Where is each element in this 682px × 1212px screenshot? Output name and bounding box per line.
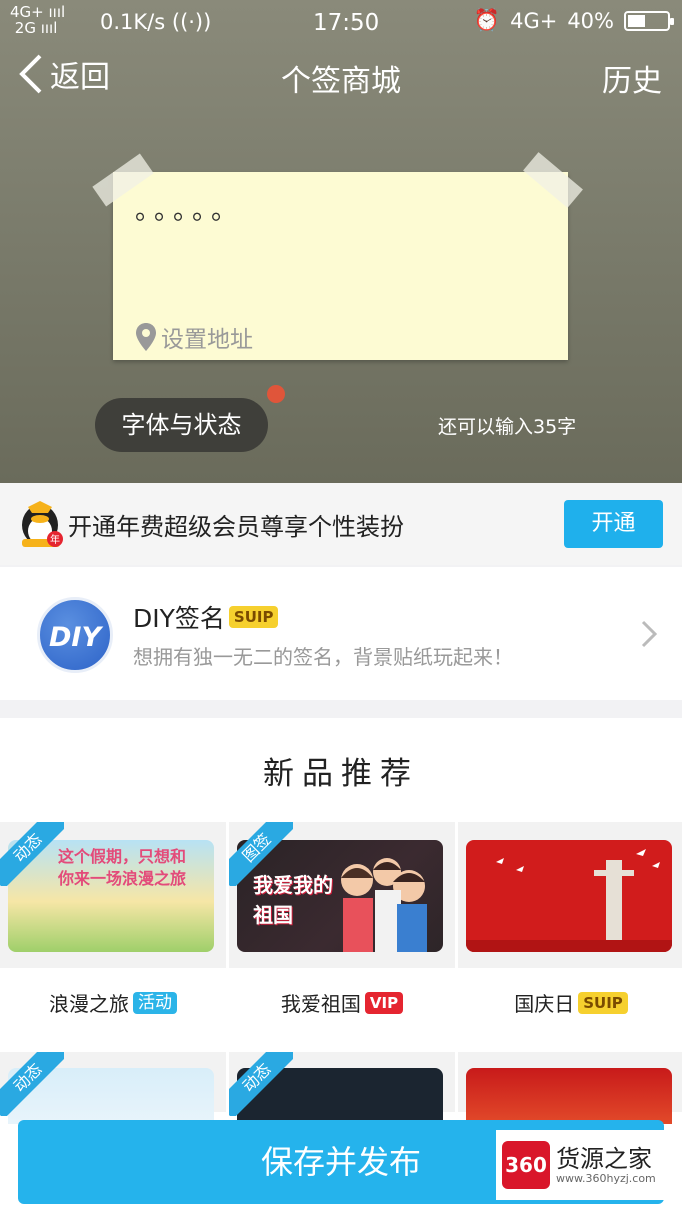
- set-location-button[interactable]: 设置地址: [135, 320, 253, 354]
- network-type: 4G+: [510, 8, 558, 33]
- suip-badge: SUIP: [578, 991, 628, 1014]
- dynamic-ribbon: 动态: [0, 822, 64, 886]
- page-title: 个签商城: [281, 64, 401, 99]
- nav-bar: 返回 个签商城 历史: [0, 48, 682, 104]
- notification-dot: [267, 385, 285, 403]
- status-right: ⏰ 4G+ 40%: [473, 8, 674, 33]
- battery-percent: 40%: [567, 8, 614, 33]
- wifi-icon: ((·)): [171, 10, 212, 34]
- product-card-romantic-trip[interactable]: 这个假期，只想和你来一场浪漫之旅 动态 浪漫之旅 活动: [0, 822, 226, 1022]
- svg-text:年: 年: [50, 533, 60, 546]
- sticker-ribbon: 图签: [229, 822, 293, 886]
- network-signal: 4G+ ıııl 2G ıııl: [10, 3, 66, 37]
- product-label: 我爱祖国 VIP: [229, 988, 455, 1017]
- activity-badge: 活动: [133, 991, 177, 1014]
- vip-badge: VIP: [364, 991, 404, 1014]
- huabiao-pillar-illustration: [466, 849, 672, 952]
- product-label: 浪漫之旅 活动: [0, 988, 226, 1017]
- product-card[interactable]: [458, 1052, 682, 1124]
- signature-text[interactable]: 。。。。。: [135, 190, 243, 227]
- open-membership-button[interactable]: 开通: [564, 500, 663, 548]
- clock: 17:50: [313, 10, 380, 36]
- location-label: 设置地址: [161, 327, 253, 353]
- suip-badge: SUIP: [228, 606, 279, 628]
- diy-logo: DIY: [37, 597, 113, 673]
- product-card[interactable]: 动态: [229, 1052, 455, 1124]
- qq-penguin-icon: 年: [22, 501, 63, 547]
- diy-title: DIY签名 SUIP: [133, 599, 279, 635]
- history-button[interactable]: 历史: [602, 56, 662, 100]
- product-thumbnail: [466, 1068, 672, 1124]
- location-pin-icon: [136, 323, 156, 351]
- product-card-love-motherland[interactable]: 我爱我的祖国 图签 我爱祖国 VIP: [229, 822, 455, 1022]
- watermark-logo: 360 货源之家 www.360hyzj.com: [496, 1130, 682, 1200]
- remaining-count: 还可以输入35字: [438, 416, 577, 438]
- editor-header-area: 4G+ ıııl 2G ıııl 0.1K/s ((·)) 17:50 ⏰ 4G…: [0, 0, 682, 483]
- chevron-right-icon: [641, 620, 658, 648]
- battery-icon: [624, 10, 674, 31]
- status-bar: 4G+ ıııl 2G ıııl 0.1K/s ((·)) 17:50 ⏰ 4G…: [0, 0, 682, 46]
- diy-subtitle: 想拥有独一无二的签名，背景贴纸玩起来！: [133, 645, 513, 669]
- alarm-icon: ⏰: [473, 8, 501, 32]
- dynamic-ribbon: 动态: [0, 1052, 64, 1116]
- product-card[interactable]: 动态: [0, 1052, 226, 1124]
- signature-note[interactable]: 。。。。。 设置地址: [113, 172, 568, 360]
- diy-title-text: DIY签名: [133, 604, 225, 633]
- diy-signature-entry[interactable]: DIY DIY签名 SUIP 想拥有独一无二的签名，背景贴纸玩起来！: [0, 567, 682, 700]
- font-status-button[interactable]: 字体与状态: [95, 398, 268, 452]
- membership-banner: 年 开通年费超级会员尊享个性装扮 开通: [0, 483, 682, 565]
- network-speed: 0.1K/s ((·)): [100, 10, 212, 34]
- product-thumbnail: [466, 840, 672, 952]
- membership-text: 开通年费超级会员尊享个性装扮: [68, 513, 404, 541]
- product-label: 国庆日 SUIP: [458, 988, 682, 1017]
- section-title: 新品推荐: [263, 756, 419, 792]
- dynamic-ribbon: 动态: [229, 1052, 293, 1116]
- product-card-national-day[interactable]: 国庆日 SUIP: [458, 822, 682, 1022]
